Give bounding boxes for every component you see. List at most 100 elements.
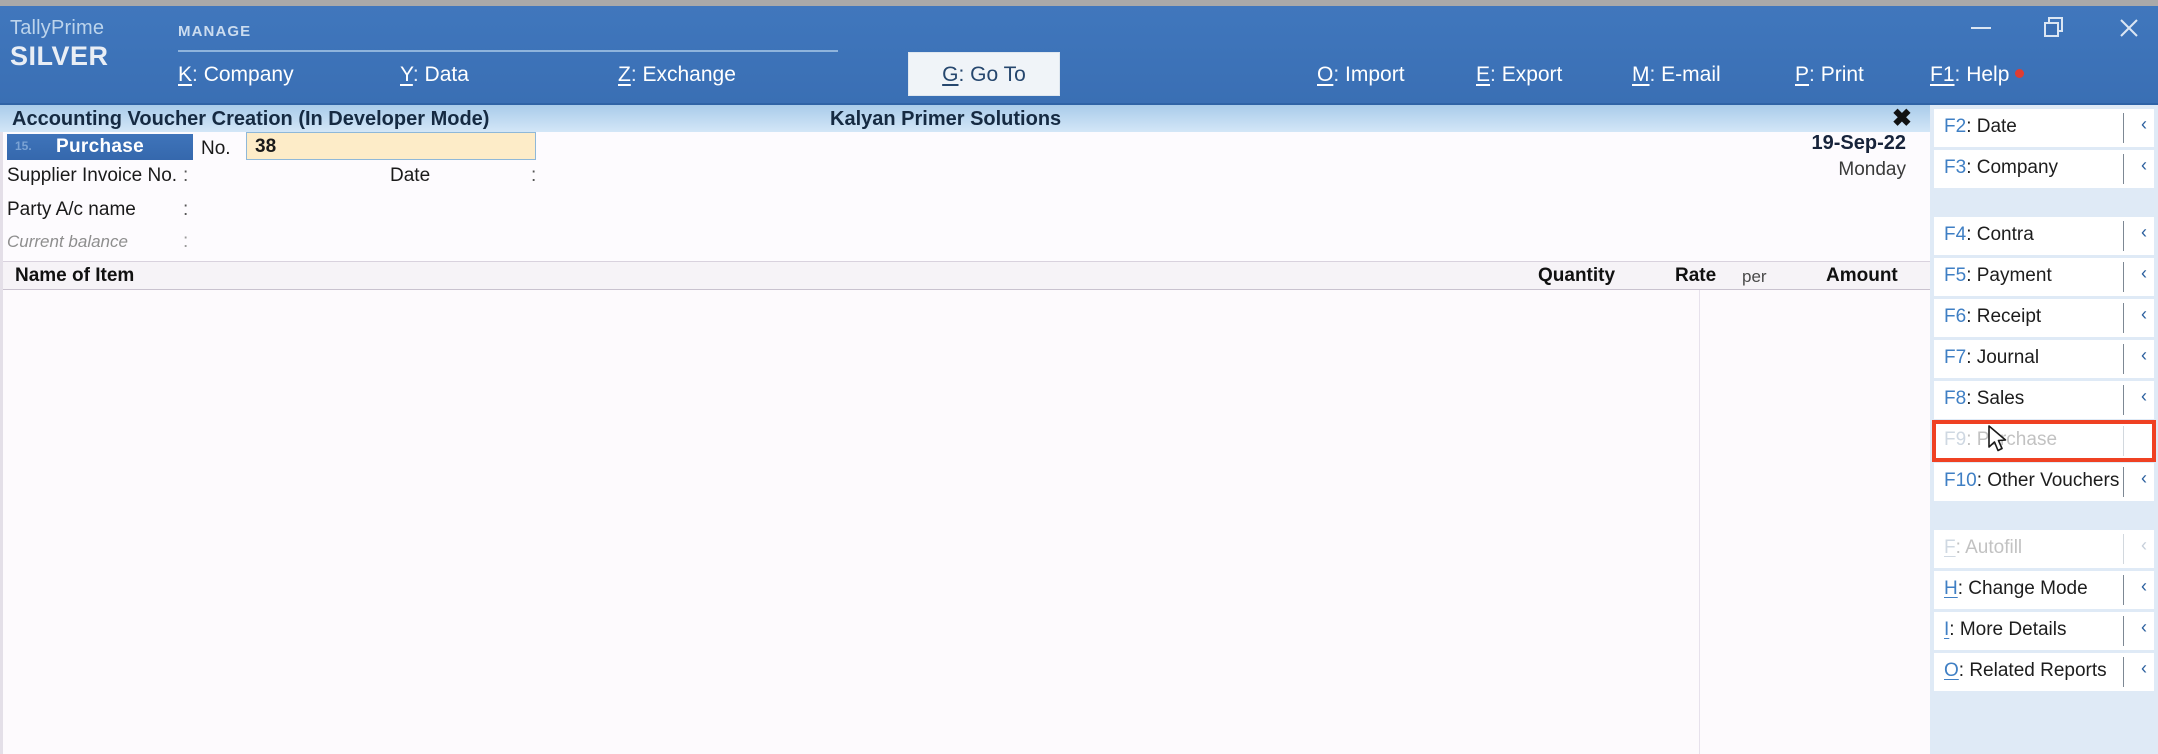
chevron-left-icon: ‹ <box>2141 468 2147 488</box>
menu-item-e-mail[interactable]: M: E-mail <box>1632 58 1721 92</box>
sidebar-item-text: : Other Vouchers <box>1976 470 2120 491</box>
chevron-left-icon: ‹ <box>2141 263 2147 283</box>
goto-button[interactable]: G: Go To <box>908 52 1060 96</box>
menu-item-help[interactable]: F1: Help <box>1930 58 2025 92</box>
menu-item-shortcut: Y <box>400 63 413 86</box>
sidebar-item-divider <box>2123 154 2124 184</box>
sidebar-item-change-mode[interactable]: H: Change Mode ‹ <box>1934 571 2154 609</box>
chevron-left-icon: ‹ <box>2141 304 2147 324</box>
sidebar-item-label: F4: Contra <box>1944 224 2034 246</box>
sidebar-item-shortcut: F3 <box>1944 157 1967 178</box>
menu-item-label: Import <box>1345 63 1405 86</box>
chevron-left-icon: ‹ <box>2141 155 2147 175</box>
page-title: Accounting Voucher Creation (In Develope… <box>12 108 490 130</box>
sidebar-item-journal[interactable]: F7: Journal ‹ <box>1934 340 2154 378</box>
sidebar-item-text: : More Details <box>1949 619 2067 640</box>
sidebar-item-divider <box>2123 303 2124 333</box>
column-header-rate: Rate <box>1675 265 1717 286</box>
menu-item-export[interactable]: E: Export <box>1476 58 1562 92</box>
sidebar-item-shortcut: F10 <box>1944 470 1977 491</box>
close-icon[interactable] <box>2114 12 2144 42</box>
sidebar-item-sales[interactable]: F8: Sales ‹ <box>1934 381 2154 419</box>
party-account-colon: : <box>183 199 189 220</box>
menu-section-divider <box>178 50 838 52</box>
sidebar-item-divider <box>2123 113 2124 143</box>
column-header-quantity: Quantity <box>1538 265 1616 286</box>
menu-item-shortcut: P <box>1795 63 1810 86</box>
sidebar-item-label: O: Related Reports <box>1944 660 2107 682</box>
menu-item-separator: : <box>1809 63 1821 86</box>
menu-items-row: G: Go To K: Company Y: Data Z: Exchange O: … <box>0 52 2158 98</box>
invoice-date-colon: : <box>531 165 537 186</box>
sidebar-item-company[interactable]: F3: Company ‹ <box>1934 150 2154 188</box>
title-menu-bar: TallyPrime SILVER MANAGE G: Go To K: Com… <box>0 0 2158 103</box>
voucher-no-input[interactable]: 38 <box>246 132 536 160</box>
sidebar-item-date[interactable]: F2: Date ‹ <box>1934 109 2154 147</box>
sidebar-item-shortcut: F7 <box>1944 347 1967 368</box>
sidebar-item-purchase: F9: Purchase <box>1934 422 2154 460</box>
close-screen-icon[interactable]: ✖ <box>1892 106 1912 132</box>
sidebar-item-text: : Change Mode <box>1957 578 2088 599</box>
chevron-left-icon: ‹ <box>2141 617 2147 637</box>
sidebar-item-receipt[interactable]: F6: Receipt ‹ <box>1934 299 2154 337</box>
sidebar-item-shortcut: O <box>1944 660 1959 681</box>
chevron-left-icon: ‹ <box>2141 222 2147 242</box>
menu-item-shortcut: O <box>1317 63 1334 86</box>
menu-item-label: Company <box>203 63 294 86</box>
sidebar-item-text: : Purchase <box>1966 429 2058 450</box>
menu-item-exchange[interactable]: Z: Exchange <box>618 58 736 92</box>
sidebar-item-more-details[interactable]: I: More Details ‹ <box>1934 612 2154 650</box>
sidebar-item-text: : Receipt <box>1966 306 2042 327</box>
menu-item-separator: : <box>630 63 643 86</box>
sidebar-item-divider <box>2123 467 2124 497</box>
voucher-type-badge[interactable]: 15. Purchase <box>7 134 193 160</box>
menu-item-separator: : <box>192 63 204 86</box>
restore-icon[interactable] <box>2040 12 2070 42</box>
supplier-invoice-colon: : <box>183 165 189 186</box>
chevron-left-icon: ‹ <box>2141 345 2147 365</box>
sidebar-item-autofill: F: Autofill ‹ <box>1934 530 2154 568</box>
chevron-left-icon: ‹ <box>2141 114 2147 134</box>
menu-item-data[interactable]: Y: Data <box>400 58 469 92</box>
menu-item-label: Print <box>1820 63 1864 86</box>
voucher-type-label: Purchase <box>56 136 144 157</box>
voucher-date[interactable]: 19-Sep-22 <box>1812 132 1907 155</box>
supplier-invoice-label: Supplier Invoice No. <box>7 165 178 186</box>
sidebar-item-text: : Contra <box>1966 224 2034 245</box>
sidebar-item-shortcut: F8 <box>1944 388 1967 409</box>
goto-key: G <box>942 63 959 86</box>
sidebar-item-shortcut: F4 <box>1944 224 1967 245</box>
sidebar-item-other-vouchers[interactable]: F10: Other Vouchers ‹ <box>1934 463 2154 501</box>
minimize-icon[interactable] <box>1966 12 1996 42</box>
menu-item-company[interactable]: K: Company <box>178 58 294 92</box>
company-name: Kalyan Primer Solutions <box>830 108 1062 130</box>
sidebar-item-divider <box>2123 344 2124 374</box>
right-button-panel: F2: Date ‹ F3: Company ‹ F4: Contra ‹ F5: Paym… <box>1930 103 2158 754</box>
menu-item-shortcut: E <box>1476 63 1491 86</box>
voucher-day: Monday <box>1838 159 1906 180</box>
sidebar-item-text: : Date <box>1966 116 2017 137</box>
items-table-body[interactable] <box>3 290 1933 754</box>
sidebar-item-shortcut: F2 <box>1944 116 1967 137</box>
sidebar-item-label: F10: Other Vouchers <box>1944 470 2119 492</box>
sidebar-item-shortcut: F6 <box>1944 306 1967 327</box>
menu-item-separator: : <box>1333 63 1346 86</box>
sidebar-item-shortcut: F <box>1944 537 1956 558</box>
sidebar-item-label: F9: Purchase <box>1944 429 2057 451</box>
menu-item-label: Exchange <box>642 63 736 86</box>
sidebar-item-related-reports[interactable]: O: Related Reports ‹ <box>1934 653 2154 691</box>
sidebar-item-contra[interactable]: F4: Contra ‹ <box>1934 217 2154 255</box>
sidebar-item-divider <box>2123 575 2124 605</box>
sidebar-item-shortcut: F9 <box>1944 429 1967 450</box>
menu-item-print[interactable]: P: Print <box>1795 58 1864 92</box>
voucher-header-fields: 15. Purchase No. 38 Supplier Invoice No.… <box>3 132 1930 261</box>
tallyprime-window: TallyPrime SILVER MANAGE G: Go To K: Com… <box>0 0 2158 754</box>
sidebar-item-text: : Company <box>1966 157 2059 178</box>
chevron-left-icon: ‹ <box>2141 576 2147 596</box>
sidebar-item-divider <box>2123 657 2124 687</box>
window-controls <box>1966 8 2144 46</box>
menu-item-import[interactable]: O: Import <box>1317 58 1405 92</box>
voucher-no-label: No. <box>201 138 231 159</box>
sidebar-item-payment[interactable]: F5: Payment ‹ <box>1934 258 2154 296</box>
current-balance-colon: : <box>183 231 189 252</box>
